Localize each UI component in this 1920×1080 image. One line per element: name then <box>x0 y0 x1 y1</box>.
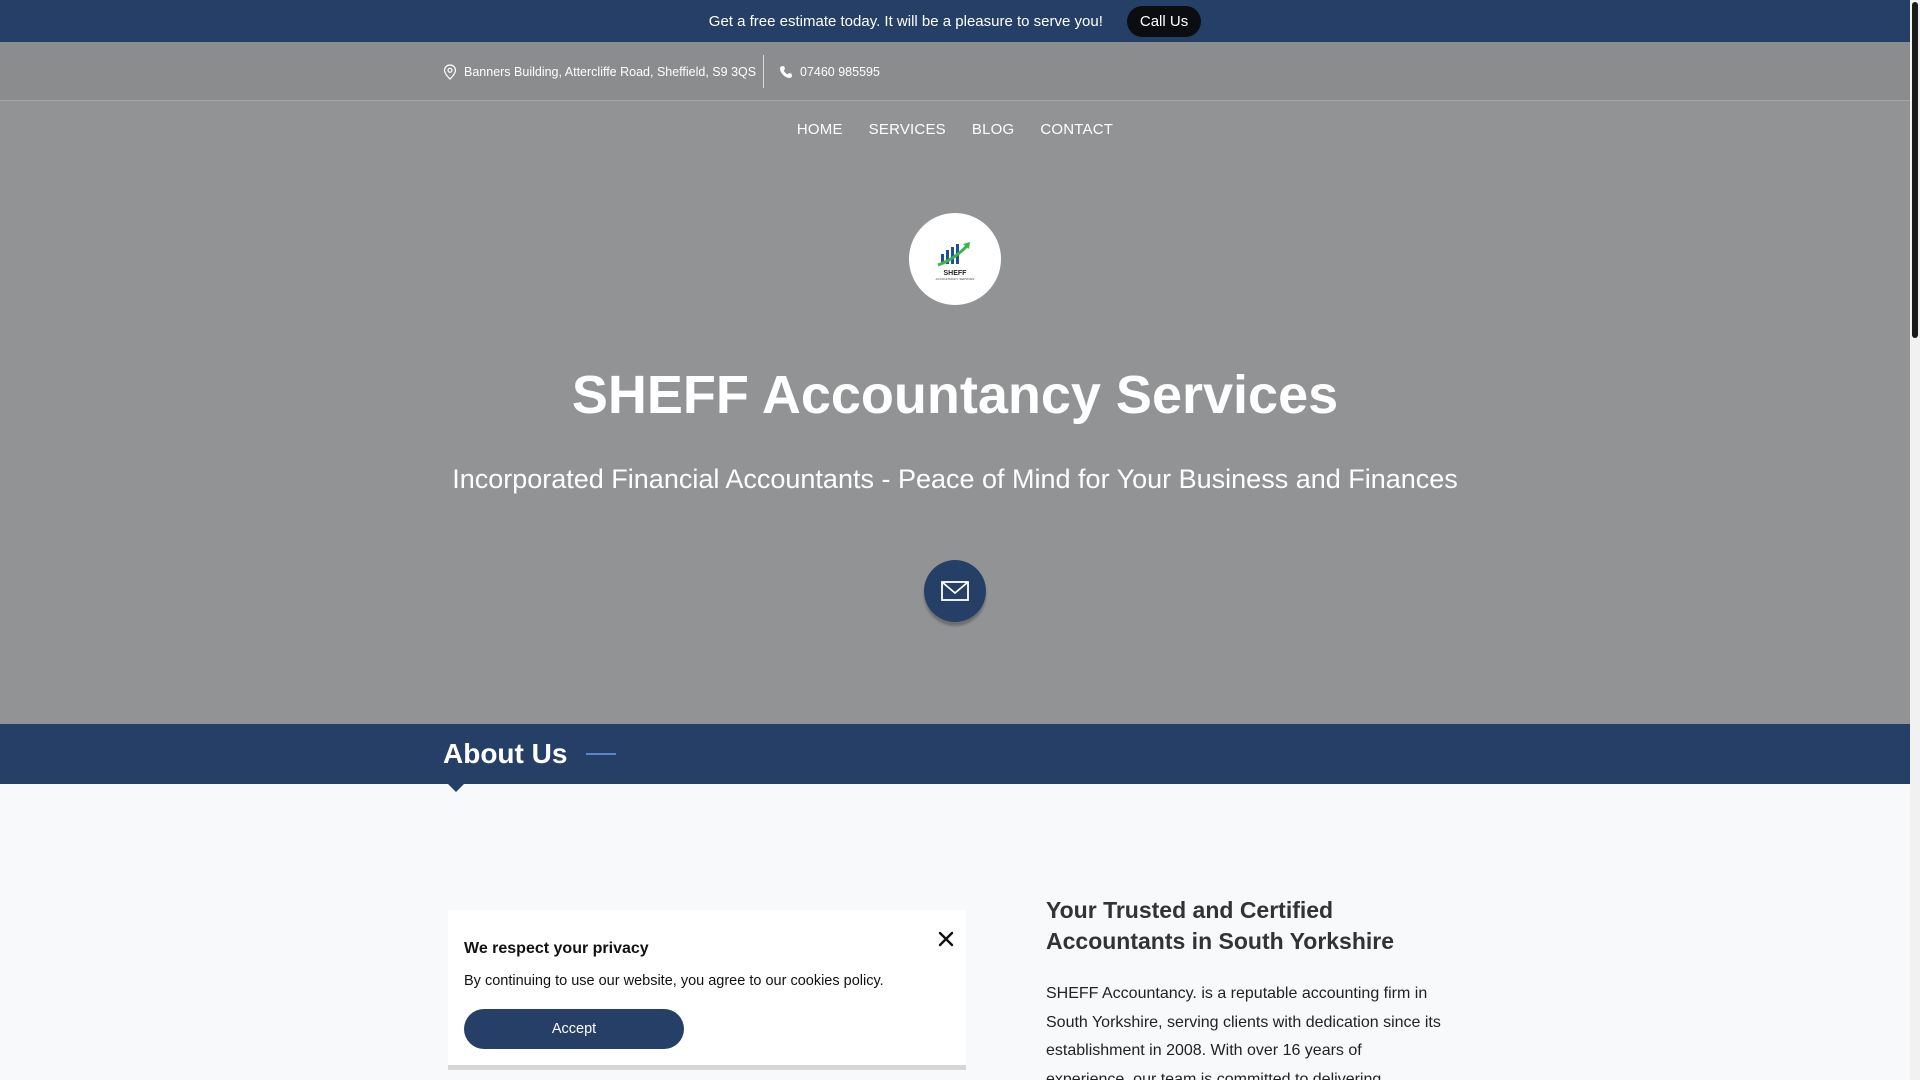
growth-chart-icon <box>937 241 970 266</box>
cookie-banner: We respect your privacy By continuing to… <box>448 910 966 1070</box>
hero-title: SHEFF Accountancy Services <box>571 365 1339 425</box>
header-pointer <box>448 784 464 792</box>
about-section-header: About Us <box>0 724 1910 784</box>
promo-message: Get a free estimate today. It will be a … <box>708 12 1103 30</box>
logo-text: SHEFF <box>943 269 967 277</box>
email-button[interactable] <box>924 560 986 622</box>
contact-phone[interactable]: 07460 985595 <box>779 42 880 101</box>
about-body: SHEFF Accountancy. is a reputable accoun… <box>1046 985 1441 1080</box>
about-title: About Us <box>443 738 568 769</box>
logo-subtext: ACCOUNTANCY SERVICES <box>935 276 975 281</box>
phone-text: 07460 985595 <box>800 64 880 79</box>
main-nav: HOME SERVICES BLOG CONTACT <box>0 101 1910 157</box>
cookie-title: We respect your privacy <box>464 940 649 957</box>
address-text: Banners Building, Attercliffe Road, Shef… <box>464 64 757 79</box>
promo-bar: Get a free estimate today. It will be a … <box>0 0 1910 42</box>
accept-button[interactable]: Accept <box>464 1009 684 1049</box>
about-heading: Your Trusted and Certified Accountants i… <box>1046 897 1395 954</box>
hero-section: Banners Building, Attercliffe Road, Shef… <box>0 42 1910 724</box>
call-us-button[interactable]: Call Us <box>1126 5 1202 37</box>
contact-divider <box>763 55 764 88</box>
hero-subtitle: Incorporated Financial Accountants - Pea… <box>452 464 1458 494</box>
nav-contact[interactable]: CONTACT <box>1040 121 1113 138</box>
contact-strip: Banners Building, Attercliffe Road, Shef… <box>0 42 1910 101</box>
contact-address[interactable]: Banners Building, Attercliffe Road, Shef… <box>443 42 756 101</box>
mail-icon <box>941 581 969 601</box>
title-accent-line <box>586 753 616 755</box>
map-pin-icon <box>443 63 457 80</box>
scrollbar-thumb[interactable] <box>1912 2 1918 338</box>
phone-icon <box>779 65 792 78</box>
nav-services[interactable]: SERVICES <box>869 121 946 138</box>
company-logo[interactable]: SHEFF ACCOUNTANCY SERVICES <box>909 213 1001 305</box>
close-icon[interactable] <box>936 929 956 949</box>
nav-blog[interactable]: BLOG <box>972 121 1014 138</box>
cookie-text: By continuing to use our website, you ag… <box>464 973 884 989</box>
nav-home[interactable]: HOME <box>797 121 843 138</box>
